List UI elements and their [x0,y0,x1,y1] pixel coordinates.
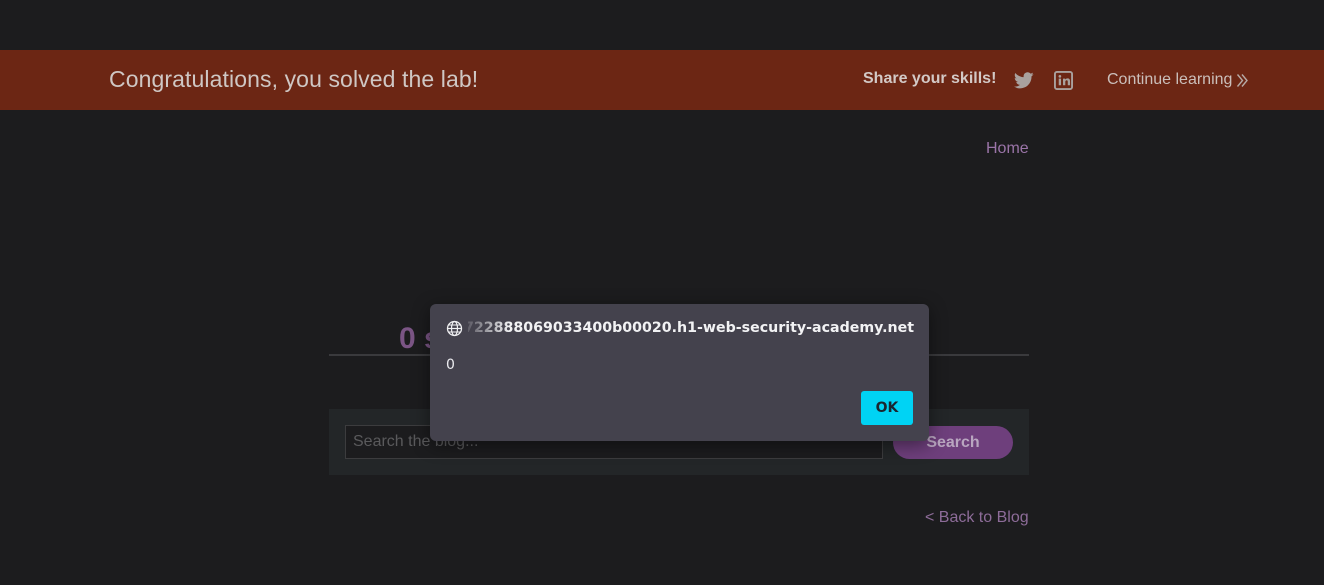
double-chevron-right-icon [1236,73,1249,88]
ok-button[interactable]: OK [861,391,913,425]
dialog-origin-text: 09904f722888069033400b00020.h1-web-secur… [468,320,914,336]
globe-icon [446,320,463,337]
home-link[interactable]: Home [986,140,1029,158]
linkedin-icon[interactable] [1052,69,1074,91]
continue-learning-link[interactable]: Continue learning [1107,71,1249,89]
alert-dialog: 09904f722888069033400b00020.h1-web-secur… [430,304,929,441]
share-skills-label: Share your skills! [863,70,997,87]
dialog-origin: 09904f722888069033400b00020.h1-web-secur… [468,320,914,336]
dialog-message: 0 [446,357,455,373]
twitter-icon[interactable] [1013,69,1035,91]
back-to-blog-link[interactable]: < Back to Blog [925,509,1029,527]
continue-learning-label: Continue learning [1107,71,1233,88]
banner-title: Congratulations, you solved the lab! [109,66,479,92]
lab-solved-banner: Congratulations, you solved the lab! Sha… [0,50,1324,110]
